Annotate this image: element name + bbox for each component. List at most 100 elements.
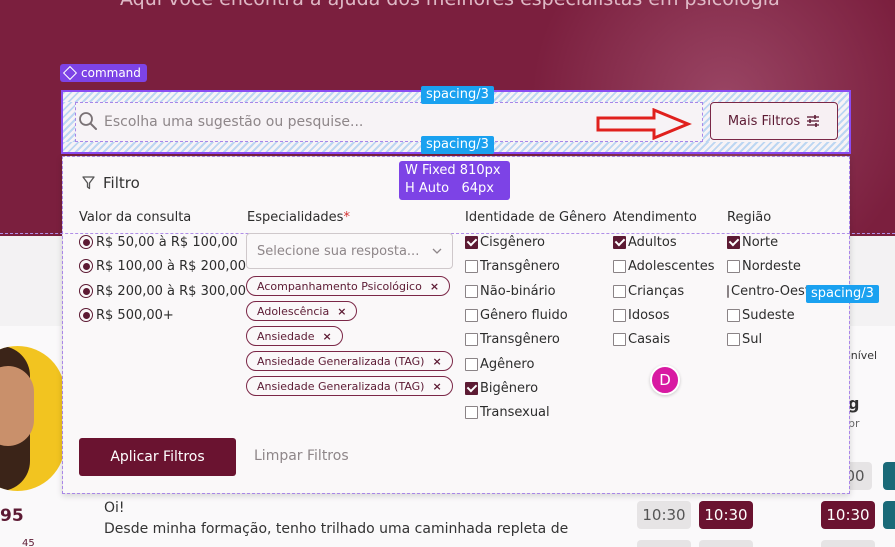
price-option[interactable]: R$ 100,00 à R$ 200,00 [79,257,246,275]
command-tag-label: command [81,66,141,80]
psychologist-avatar[interactable] [0,346,65,491]
time-slot-teal[interactable] [883,462,895,490]
chip-label: Acompanhamento Psicológico [257,279,422,293]
checkbox-checked[interactable] [613,235,626,249]
care-option[interactable]: Adolescentes [613,257,715,275]
chip-label: Ansiedade Generalizada (TAG) [257,379,425,393]
price-option[interactable]: R$ 200,00 à R$ 300,00 [79,282,246,300]
care-option-label: Idosos [628,307,670,323]
chip-remove-icon[interactable]: × [432,355,441,368]
region-option-label: Sudeste [742,307,795,323]
time-slot-selected[interactable]: 10:30 [821,501,875,529]
region-option-label: Centro-Oeste [731,283,809,299]
checkbox[interactable] [727,259,740,273]
search-input[interactable] [104,110,524,134]
care-option-label: Casais [628,331,671,347]
time-slot-selected[interactable]: 10:30 [699,501,753,529]
care-option[interactable]: Idosos [613,306,670,324]
checkbox[interactable] [465,332,478,346]
search-icon [79,112,97,130]
gender-option-label: Gênero fluido [480,307,568,323]
padding-hatch-left [63,102,75,142]
spacing-annotation: spacing/3 [806,285,879,303]
checkbox[interactable] [727,308,740,322]
region-option[interactable]: Sudeste [727,306,795,324]
filter-title: Filtro [103,174,140,192]
gender-option[interactable]: Transgênero [465,330,560,348]
time-slot[interactable] [637,540,691,547]
width-annotation: W Fixed 810px [405,163,501,178]
care-option-label: Adolescentes [628,258,715,274]
radio-selected[interactable] [79,284,93,298]
checkbox[interactable] [727,332,740,346]
avatar-face [0,366,34,446]
price-column-header: Valor da consulta [79,210,192,225]
clear-filters-button[interactable]: Limpar Filtros [254,448,349,464]
time-slot-teal[interactable] [883,501,895,529]
gender-option[interactable]: Cisgênero [465,233,545,251]
gender-option[interactable]: Bigênero [465,379,538,397]
chip-remove-icon[interactable]: × [430,280,439,293]
price-option-label: R$ 50,00 à R$ 100,00 [96,234,238,250]
chip-label: Ansiedade [257,329,315,343]
checkbox[interactable] [465,284,478,298]
chip-remove-icon[interactable]: × [432,380,441,393]
spacing-annotation: spacing/3 [421,136,494,154]
gender-option-label: Agênero [480,356,535,372]
checkbox[interactable] [613,332,626,346]
padding-hatch-right [838,102,849,142]
annotation-arrow-icon [596,108,692,140]
checkbox-checked[interactable] [465,235,478,249]
gender-option-label: Não-binário [480,283,556,299]
gender-column-header: Identidade de Gênero [465,210,607,225]
more-filters-button[interactable]: Mais Filtros [710,102,838,140]
time-slot[interactable]: 10:30 [637,501,691,529]
region-option[interactable]: Centro-Oeste [727,282,809,300]
checkbox[interactable] [465,308,478,322]
checkbox[interactable] [613,259,626,273]
price-option-label: R$ 200,00 à R$ 300,00 [96,283,247,299]
region-option[interactable]: Norte [727,233,778,251]
region-option-label: Sul [742,331,763,347]
region-option[interactable]: Nordeste [727,257,801,275]
price-option[interactable]: R$ 500,00+ [79,306,174,324]
chip-label: Adolescência [257,304,330,318]
care-option[interactable]: Crianças [613,282,684,300]
checkbox-checked[interactable] [465,381,478,395]
spacing-annotation: spacing/3 [421,86,494,104]
checkbox[interactable] [727,284,729,298]
gender-option[interactable]: Não-binário [465,282,556,300]
region-column-header: Região [727,210,772,225]
gender-option-label: Transexual [480,404,550,420]
specialty-chip: Acompanhamento Psicológico × [246,276,451,296]
padding-hatch-gap [703,102,710,142]
time-slot[interactable] [821,540,875,547]
price-option-label: R$ 500,00+ [96,307,174,323]
checkbox[interactable] [465,259,478,273]
time-slot[interactable] [699,540,753,547]
checkbox[interactable] [465,405,478,419]
radio-selected[interactable] [79,259,93,273]
checkbox-checked[interactable] [727,235,740,249]
care-option[interactable]: Adultos [613,233,677,251]
specialties-label: Especialidades [247,210,344,225]
gender-option-label: Transgênero [480,258,560,274]
gender-option[interactable]: Agênero [465,355,534,373]
care-column-header: Atendimento [613,210,697,225]
price-option[interactable]: R$ 50,00 à R$ 100,00 [79,233,238,251]
gender-option[interactable]: Transexual [465,403,550,421]
region-option[interactable]: Sul [727,330,762,348]
gender-option[interactable]: Transgênero [465,257,560,275]
gender-option[interactable]: Gênero fluido [465,306,568,324]
checkbox[interactable] [613,284,626,298]
radio-selected[interactable] [79,235,93,249]
specialties-select[interactable]: Selecione sua resposta... [246,233,453,269]
care-option[interactable]: Casais [613,330,670,348]
apply-filters-button[interactable]: Aplicar Filtros [79,438,236,476]
chip-remove-icon[interactable]: × [337,305,346,318]
collaborator-avatar[interactable]: D [650,365,680,395]
checkbox[interactable] [613,308,626,322]
radio-selected[interactable] [79,308,93,322]
chip-remove-icon[interactable]: × [323,330,332,343]
checkbox[interactable] [465,357,478,371]
